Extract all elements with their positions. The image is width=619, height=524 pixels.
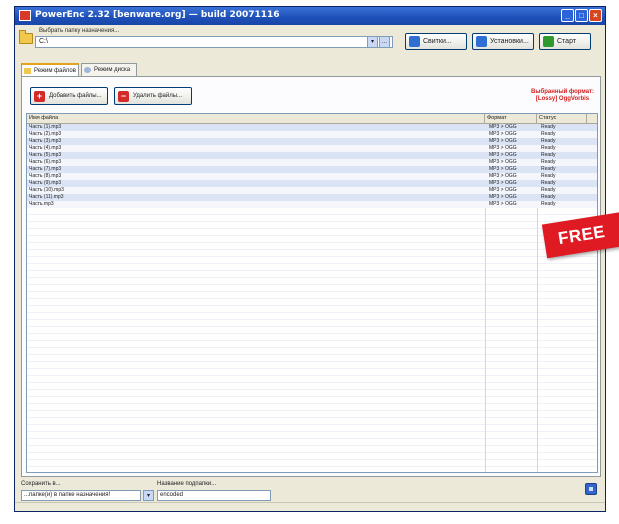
file-name-cell: Часть (4).mp3	[29, 145, 62, 151]
format-cell: MP3 > OGG	[489, 152, 517, 158]
format-cell: MP3 > OGG	[489, 124, 517, 130]
file-name-cell: Часть (8).mp3	[29, 173, 62, 179]
table-row[interactable]: Часть (3).mp3 MP3 > OGG Ready	[27, 138, 597, 145]
file-name-cell: Часть (6).mp3	[29, 159, 62, 165]
table-row[interactable]: Часть (2).mp3 MP3 > OGG Ready	[27, 131, 597, 138]
format-cell: MP3 > OGG	[489, 201, 517, 207]
format-cell: MP3 > OGG	[489, 194, 517, 200]
tab-disk-mode[interactable]: Режим диска	[81, 63, 137, 76]
save-to-label: Сохранить в...	[21, 481, 61, 487]
format-cell: MP3 > OGG	[489, 173, 517, 179]
table-row[interactable]: Часть (7).mp3 MP3 > OGG Ready	[27, 166, 597, 173]
table-header: Имя файла Формат Статус	[27, 114, 597, 124]
format-cell: MP3 > OGG	[489, 159, 517, 165]
tab-file-mode-label: Режим файлов	[34, 68, 76, 74]
folder-small-icon	[24, 68, 31, 74]
tab-file-mode[interactable]: Режим файлов	[21, 63, 79, 77]
status-cell: Ready	[541, 138, 556, 144]
refresh-button[interactable]: Свитки...	[405, 33, 467, 50]
file-name-cell: Часть (10).mp3	[29, 187, 64, 193]
table-row[interactable]: Часть (10).mp3 MP3 > OGG Ready	[27, 187, 597, 194]
remove-icon: −	[118, 91, 129, 102]
status-cell: Ready	[541, 194, 556, 200]
selected-format: Выбранный формат: [Lossy] OggVorbis	[531, 89, 594, 103]
file-mode-panel: + Добавить файлы... − Удалить файлы... В…	[21, 76, 601, 477]
maximize-button[interactable]: □	[575, 9, 588, 22]
file-name-cell: Часть (3).mp3	[29, 138, 62, 144]
file-name-cell: Часть (2).mp3	[29, 131, 62, 137]
format-cell: MP3 > OGG	[489, 180, 517, 186]
status-cell: Ready	[541, 173, 556, 179]
settings-icon	[476, 36, 487, 47]
file-name-cell: Часть (9).mp3	[29, 180, 62, 186]
status-cell: Ready	[541, 187, 556, 193]
table-row[interactable]: Часть (6).mp3 MP3 > OGG Ready	[27, 159, 597, 166]
minimize-button[interactable]: _	[561, 9, 574, 22]
file-table[interactable]: Имя файла Формат Статус Часть (1).mp3 MP3…	[26, 113, 598, 473]
start-button-label: Старт	[557, 38, 577, 45]
settings-button-label: Установки...	[490, 38, 529, 45]
format-cell: MP3 > OGG	[489, 138, 517, 144]
status-cell: Ready	[541, 152, 556, 158]
status-cell: Ready	[541, 159, 556, 165]
folder-icon	[19, 30, 33, 44]
table-row[interactable]: Часть (9).mp3 MP3 > OGG Ready	[27, 180, 597, 187]
path-input[interactable]: C:\	[35, 36, 393, 48]
file-name-cell: Часть (5).mp3	[29, 152, 62, 158]
subfolder-input[interactable]: encoded	[157, 490, 271, 501]
table-row[interactable]: Часть.mp3 MP3 > OGG Ready	[27, 201, 597, 208]
file-name-cell: Часть.mp3	[29, 201, 54, 207]
column-header-filename[interactable]: Имя файла	[27, 114, 485, 123]
save-to-dropdown-button[interactable]: ▾	[143, 490, 154, 501]
file-name-cell: Часть (11).mp3	[29, 194, 64, 200]
remove-files-button[interactable]: − Удалить файлы...	[114, 87, 192, 105]
column-header-status[interactable]: Статус	[537, 114, 587, 123]
window-title: PowerEnc 2.32 [benware.org] — build 2007…	[35, 10, 280, 20]
start-button[interactable]: Старт	[539, 33, 591, 50]
start-icon	[543, 36, 554, 47]
table-row[interactable]: Часть (4).mp3 MP3 > OGG Ready	[27, 145, 597, 152]
selected-format-value: [Lossy] OggVorbis	[535, 96, 590, 102]
refresh-icon	[409, 36, 420, 47]
table-row[interactable]: Часть (11).mp3 MP3 > OGG Ready	[27, 194, 597, 201]
format-cell: MP3 > OGG	[489, 166, 517, 172]
column-header-format[interactable]: Формат	[485, 114, 537, 123]
status-cell: Ready	[541, 131, 556, 137]
options-icon[interactable]	[585, 483, 597, 495]
status-cell: Ready	[541, 180, 556, 186]
status-cell: Ready	[541, 166, 556, 172]
table-row[interactable]: Часть (1).mp3 MP3 > OGG Ready	[27, 124, 597, 131]
add-icon: +	[34, 91, 45, 102]
status-bar	[15, 502, 605, 511]
save-to-select[interactable]: ...папке(и) в папке назначения!	[21, 490, 141, 501]
file-name-cell: Часть (7).mp3	[29, 166, 62, 172]
disk-icon	[84, 67, 91, 73]
browse-folder-button[interactable]: ...	[379, 36, 390, 48]
table-rows: Часть (1).mp3 MP3 > OGG Ready Часть (2).mp3…	[27, 124, 597, 208]
subfolder-label: Название подпапки...	[157, 481, 217, 487]
format-cell: MP3 > OGG	[489, 187, 517, 193]
folder-label: Выбрать папку назначения...	[39, 28, 120, 34]
add-files-label: Добавить файлы...	[49, 93, 102, 99]
file-name-cell: Часть (1).mp3	[29, 124, 62, 130]
tab-disk-mode-label: Режим диска	[94, 67, 131, 73]
app-window: PowerEnc 2.32 [benware.org] — build 2007…	[14, 6, 606, 512]
format-cell: MP3 > OGG	[489, 145, 517, 151]
refresh-button-label: Свитки...	[423, 38, 452, 45]
close-button[interactable]: ×	[589, 9, 602, 22]
table-row[interactable]: Часть (5).mp3 MP3 > OGG Ready	[27, 152, 597, 159]
format-cell: MP3 > OGG	[489, 131, 517, 137]
title-bar[interactable]: PowerEnc 2.32 [benware.org] — build 2007…	[15, 7, 605, 25]
table-row[interactable]: Часть (8).mp3 MP3 > OGG Ready	[27, 173, 597, 180]
status-cell: Ready	[541, 145, 556, 151]
status-cell: Ready	[541, 201, 556, 207]
selected-format-caption: Выбранный формат:	[531, 89, 594, 95]
remove-files-label: Удалить файлы...	[133, 93, 183, 99]
add-files-button[interactable]: + Добавить файлы...	[30, 87, 108, 105]
settings-button[interactable]: Установки...	[472, 33, 534, 50]
app-icon	[19, 10, 31, 21]
path-dropdown-button[interactable]: ▾	[367, 36, 378, 48]
status-cell: Ready	[541, 124, 556, 130]
